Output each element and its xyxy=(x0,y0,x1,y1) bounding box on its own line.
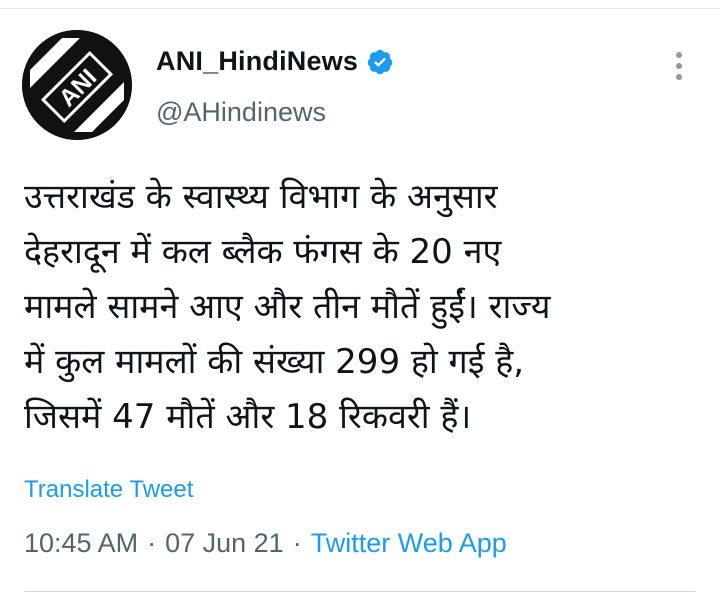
top-divider xyxy=(0,0,720,9)
tweet-text-line: देहरादून में कल ब्लैक फंगस के 20 नए xyxy=(24,232,502,272)
translate-tweet-link[interactable]: Translate Tweet xyxy=(24,476,193,504)
author-handle[interactable]: @AHindinews xyxy=(156,97,326,128)
ani-logo-icon: ANI xyxy=(22,30,132,140)
avatar[interactable]: ANI xyxy=(22,30,132,140)
tweet-source-link[interactable]: Twitter Web App xyxy=(311,528,507,559)
bottom-divider xyxy=(24,591,696,592)
more-vertical-icon-dot xyxy=(676,74,682,80)
more-vertical-icon-dot xyxy=(676,63,682,69)
tweet-time[interactable]: 10:45 AM xyxy=(24,528,138,559)
author-name-row: ANI_HindiNews xyxy=(156,46,394,77)
author-display-name[interactable]: ANI_HindiNews xyxy=(156,46,358,77)
tweet-text-line: जिसमें 47 मौतें और 18 रिकवरी हैं। xyxy=(24,397,472,437)
tweet-text-line: मामले सामने आए और तीन मौतें हुईं। राज्य xyxy=(24,287,551,327)
more-options-button[interactable] xyxy=(664,48,694,84)
tweet-text-line: में कुल मामलों की संख्या 299 हो गई है, xyxy=(24,342,525,382)
meta-separator: · xyxy=(292,528,302,558)
tweet-text-line: उत्तराखंड के स्वास्थ्य विभाग के अनुसार xyxy=(24,177,498,217)
tweet-text: उत्तराखंड के स्वास्थ्य विभाग के अनुसार द… xyxy=(24,170,698,445)
tweet-date[interactable]: 07 Jun 21 xyxy=(165,528,284,559)
meta-separator: · xyxy=(147,528,157,558)
more-vertical-icon xyxy=(676,52,682,58)
verified-badge-icon xyxy=(367,49,393,74)
tweet-meta: 10:45 AM · 07 Jun 21 · Twitter Web App xyxy=(24,528,507,559)
